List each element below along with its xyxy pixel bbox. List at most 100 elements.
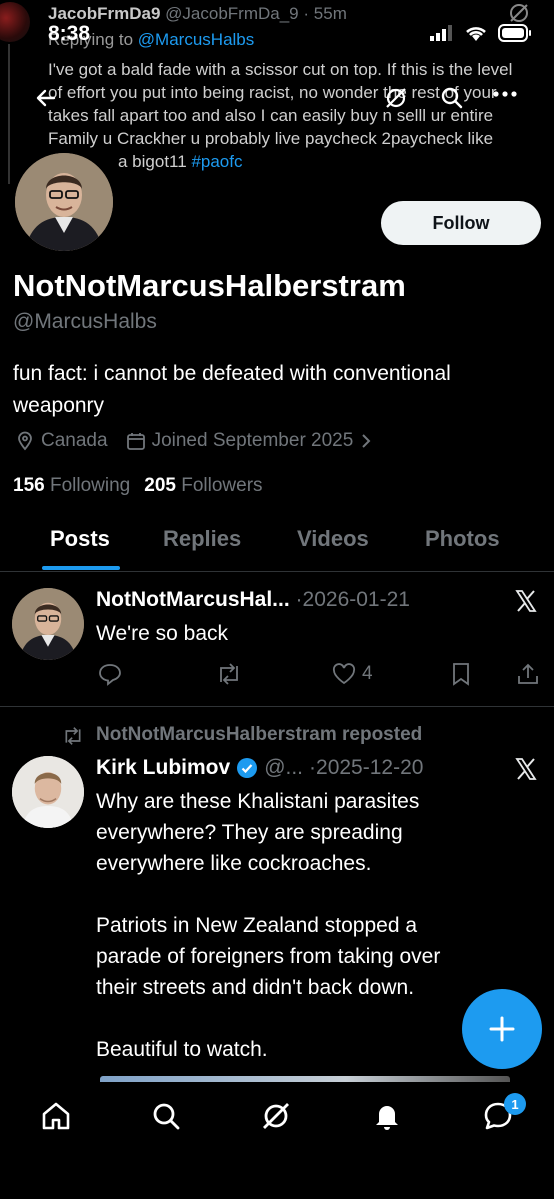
profile-counts: 156 Following 205 Followers bbox=[13, 475, 263, 497]
nav-home[interactable] bbox=[40, 1100, 72, 1132]
profile-location: Canada bbox=[15, 430, 108, 452]
following-count-link[interactable]: 156 Following bbox=[13, 475, 130, 497]
back-button[interactable] bbox=[34, 86, 58, 110]
status-icons bbox=[430, 24, 532, 42]
following-label: Following bbox=[49, 475, 131, 496]
post-avatar[interactable] bbox=[12, 756, 84, 828]
overlay-line: I've got a bald fade with a scissor cut … bbox=[48, 60, 513, 79]
post-header: Kirk Lubimov @... · 2025-12-20 bbox=[96, 756, 423, 780]
post-text-line: Patriots in New Zealand stopped a bbox=[96, 914, 418, 937]
post-author-handle: @... bbox=[264, 756, 304, 779]
replying-to-link[interactable]: @MarcusHalbs bbox=[138, 30, 254, 49]
search-icon bbox=[153, 1103, 180, 1130]
overlay-author: JacobFrmDa9 @JacobFrmDa_9 · 55m bbox=[48, 4, 347, 24]
share-icon[interactable] bbox=[516, 662, 540, 686]
repost-icon[interactable] bbox=[216, 662, 242, 686]
avatar-portrait bbox=[15, 153, 113, 251]
post-text-line: everywhere like cockroaches. bbox=[96, 852, 372, 875]
tab-photos[interactable]: Photos bbox=[425, 526, 500, 552]
post-text-line: their streets and didn't back down. bbox=[96, 976, 415, 999]
grok-icon bbox=[386, 88, 406, 108]
overlay-line-tail: a bigot11 bbox=[118, 152, 187, 171]
signal-icon bbox=[430, 25, 452, 41]
overlay-age: 55m bbox=[313, 4, 347, 23]
profile-display-name: NotNotMarcusHalberstram bbox=[13, 268, 406, 303]
x-logo-icon bbox=[515, 590, 537, 612]
overlay-body: I've got a bald fade with a scissor cut … bbox=[48, 58, 554, 173]
location-pin-icon bbox=[18, 431, 32, 451]
post-date: 2026-01-21 bbox=[302, 588, 410, 611]
heart-icon bbox=[332, 663, 356, 685]
overlay-line: Family u Crackher u probably live payche… bbox=[48, 129, 494, 148]
repost-label[interactable]: NotNotMarcusHalberstram reposted bbox=[96, 724, 422, 746]
tab-posts[interactable]: Posts bbox=[50, 526, 110, 552]
nav-grok[interactable] bbox=[260, 1100, 292, 1132]
location-text: Canada bbox=[41, 430, 108, 451]
post-author-name[interactable]: NotNotMarcusHal... bbox=[96, 588, 290, 611]
chevron-right-icon bbox=[362, 434, 371, 448]
reply-icon[interactable] bbox=[98, 662, 122, 686]
bookmark-icon[interactable] bbox=[450, 662, 472, 686]
overlay-avatar bbox=[0, 2, 30, 42]
battery-icon bbox=[498, 24, 531, 42]
follow-button[interactable]: Follow bbox=[381, 201, 541, 245]
profile-joined[interactable]: Joined September 2025 bbox=[126, 430, 374, 452]
plus-icon bbox=[489, 1016, 515, 1042]
following-count: 156 bbox=[13, 475, 45, 496]
post-dot: · bbox=[309, 756, 317, 779]
x-logo-icon bbox=[515, 758, 537, 780]
joined-text: Joined September 2025 bbox=[151, 430, 354, 451]
status-time: 8:38 bbox=[48, 22, 91, 45]
avatar-portrait bbox=[12, 756, 84, 828]
post-item[interactable]: NotNotMarcusHal... ·2026-01-21 We're so … bbox=[0, 588, 554, 708]
divider bbox=[0, 706, 554, 707]
tab-indicator bbox=[42, 566, 120, 570]
grok-button[interactable] bbox=[384, 86, 408, 110]
home-icon bbox=[42, 1102, 70, 1130]
followers-count-link[interactable]: 205 Followers bbox=[144, 475, 262, 497]
profile-bio: fun fact: i cannot be defeated with conv… bbox=[13, 362, 451, 417]
wifi-icon bbox=[466, 27, 486, 41]
bottom-nav bbox=[0, 1082, 554, 1199]
post-dot: · bbox=[295, 588, 303, 611]
post-text-line: Why are these Khalistani parasites bbox=[96, 790, 420, 813]
arrow-left-icon bbox=[36, 89, 56, 107]
post-header: NotNotMarcusHal... ·2026-01-21 bbox=[96, 588, 410, 612]
avatar-portrait bbox=[12, 588, 84, 660]
like-button[interactable]: 4 bbox=[332, 663, 373, 685]
like-count: 4 bbox=[362, 663, 373, 684]
profile-handle: @MarcusHalbs bbox=[13, 310, 157, 333]
grok-corner-icon bbox=[510, 4, 528, 22]
calendar-icon bbox=[126, 433, 145, 450]
tab-videos[interactable]: Videos bbox=[297, 526, 369, 552]
followers-label: Followers bbox=[181, 475, 263, 496]
profile-tabs: Posts Replies Videos Photos bbox=[0, 522, 554, 572]
messages-badge: 1 bbox=[504, 1093, 526, 1115]
post-text-line: everywhere? They are spreading bbox=[96, 821, 403, 844]
more-button[interactable] bbox=[492, 90, 518, 98]
post-avatar[interactable] bbox=[12, 588, 84, 660]
overlay-author-handle: @JacobFrmDa_9 bbox=[165, 4, 299, 23]
more-icon bbox=[493, 91, 517, 97]
search-button[interactable] bbox=[440, 86, 464, 110]
overlay-line: takes fall apart too and also I can easi… bbox=[48, 106, 494, 125]
verified-badge-icon bbox=[237, 758, 258, 778]
post-date: 2025-12-20 bbox=[316, 756, 424, 779]
hashtag-link[interactable]: #paofc bbox=[191, 152, 242, 171]
profile-avatar[interactable] bbox=[12, 150, 116, 254]
post-text-line: parade of foreigners from taking over bbox=[96, 945, 441, 968]
repost-indicator-icon bbox=[65, 727, 81, 745]
nav-notifications[interactable] bbox=[371, 1100, 403, 1132]
post-author-name[interactable]: Kirk Lubimov bbox=[96, 756, 230, 780]
grok-icon bbox=[263, 1103, 289, 1129]
profile-meta: Canada Joined September 2025 bbox=[15, 430, 391, 452]
compose-button[interactable] bbox=[462, 989, 542, 1069]
tab-replies[interactable]: Replies bbox=[163, 526, 241, 552]
bell-icon bbox=[376, 1106, 398, 1130]
followers-count: 205 bbox=[144, 475, 176, 496]
nav-search[interactable] bbox=[150, 1100, 182, 1132]
post-actions: 4 bbox=[98, 660, 542, 688]
overlay-line: of effort you put into being racist, no … bbox=[48, 83, 497, 102]
post-text: We're so back bbox=[96, 622, 229, 645]
overlay-dot: · bbox=[303, 4, 310, 23]
